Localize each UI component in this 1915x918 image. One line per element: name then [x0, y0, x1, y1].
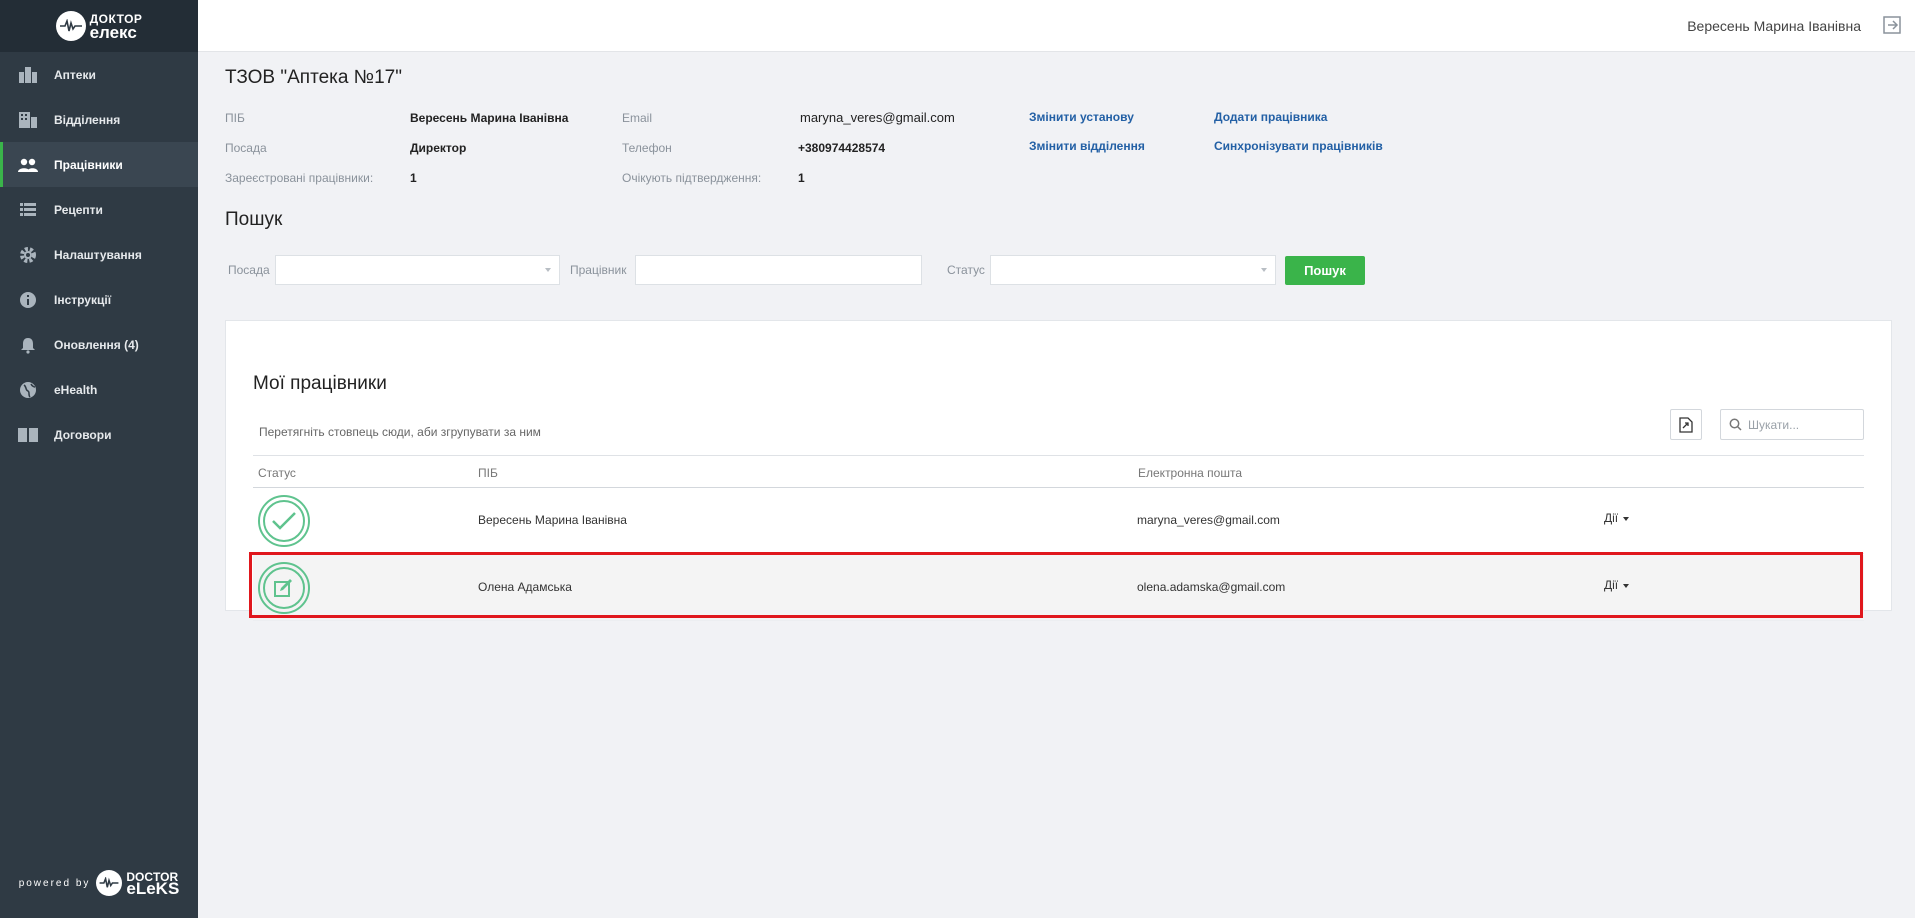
- sidebar-item-label: Договори: [54, 427, 112, 442]
- position-value: Директор: [410, 141, 467, 155]
- sidebar-item-label: Аптеки: [54, 67, 96, 82]
- position-select[interactable]: [275, 255, 560, 285]
- caret-down-icon: [1623, 583, 1630, 588]
- position-filter-label: Посада: [228, 263, 270, 277]
- sidebar-nav: Аптеки Відділення Працівники Рецепти Нал…: [0, 52, 198, 457]
- column-name[interactable]: ПІБ: [478, 466, 498, 480]
- pulse-logo-icon: [55, 11, 86, 41]
- book-icon: [18, 425, 38, 445]
- sidebar-item-contracts[interactable]: Договори: [0, 412, 198, 457]
- sidebar-item-label: eHealth: [54, 382, 98, 397]
- sidebar-item-label: Рецепти: [54, 202, 103, 217]
- employee-filter-label: Працівник: [570, 263, 627, 277]
- sidebar-item-label: Працівники: [54, 157, 123, 172]
- powered-by-text: powered by: [18, 877, 91, 889]
- employee-name: Олена Адамська: [478, 580, 572, 594]
- sidebar-item-label: Відділення: [54, 112, 121, 127]
- list-icon: [18, 200, 38, 220]
- logout-icon[interactable]: [1883, 16, 1903, 36]
- employee-name: Вересень Марина Іванівна: [478, 513, 627, 527]
- pulse-logo-icon: [96, 870, 123, 896]
- sidebar-item-updates[interactable]: Оновлення (4): [0, 322, 198, 367]
- registered-value: 1: [410, 171, 417, 185]
- department-building-icon: [18, 110, 38, 130]
- main-content: ТЗОВ "Аптека №17" ПІБ Вересень Марина Ів…: [198, 52, 1915, 918]
- position-label: Посада: [225, 141, 267, 155]
- grid-search-box[interactable]: [1720, 409, 1864, 440]
- status-filter-label: Статус: [947, 263, 985, 277]
- bell-icon: [18, 335, 38, 355]
- info-icon: [18, 290, 38, 310]
- employee-email: olena.adamska@gmail.com: [1137, 580, 1286, 594]
- actions-dropdown[interactable]: Дії: [1604, 511, 1630, 525]
- search-button[interactable]: Пошук: [1285, 256, 1365, 285]
- status-pending-badge: [258, 562, 310, 614]
- sidebar-item-label: Оновлення (4): [54, 337, 139, 352]
- globe-icon: [18, 380, 38, 400]
- search-icon: [1729, 418, 1742, 431]
- sidebar: ДОКТОР елекс Аптеки Відділення Працівник…: [0, 0, 198, 918]
- add-employee-link[interactable]: Додати працівника: [1214, 110, 1327, 124]
- edit-icon: [274, 579, 292, 597]
- employee-input[interactable]: [635, 255, 922, 285]
- sidebar-item-ehealth[interactable]: eHealth: [0, 367, 198, 412]
- table-row[interactable]: Вересень Марина Іванівна maryna_veres@gm…: [253, 488, 1864, 554]
- sync-employees-link[interactable]: Синхронізувати працівників: [1214, 139, 1383, 153]
- status-select[interactable]: [990, 255, 1276, 285]
- users-icon: [18, 155, 38, 175]
- employees-card: Мої працівники Перетягніть стовпець сюди…: [225, 320, 1892, 621]
- fio-value: Вересень Марина Іванівна: [410, 111, 569, 125]
- sidebar-item-label: Інструкції: [54, 292, 112, 307]
- employees-title: Мої працівники: [253, 373, 387, 394]
- change-institution-link[interactable]: Змінити установу: [1029, 110, 1134, 124]
- chevron-down-icon: [1261, 268, 1267, 272]
- powered-by-footer: powered by DOCTOR eLeKS: [0, 870, 198, 898]
- actions-dropdown[interactable]: Дії: [1604, 578, 1630, 592]
- caret-down-icon: [1623, 516, 1630, 521]
- brand-logo[interactable]: ДОКТОР елекс: [0, 0, 198, 52]
- employee-email: maryna_veres@gmail.com: [1137, 513, 1280, 527]
- check-icon: [272, 512, 296, 530]
- brand-line2: елекс: [89, 23, 137, 42]
- column-status[interactable]: Статус: [258, 466, 296, 480]
- pending-label: Очікують підтвердження:: [622, 171, 762, 185]
- footer-brand-line2: eLeKS: [126, 879, 180, 898]
- actions-label: Дії: [1604, 578, 1619, 592]
- status-confirmed-badge: [258, 495, 310, 547]
- chevron-down-icon: [545, 268, 551, 272]
- group-by-hint[interactable]: Перетягніть стовпець сюди, аби згрупуват…: [259, 425, 541, 439]
- export-button[interactable]: [1670, 409, 1702, 440]
- sidebar-item-departments[interactable]: Відділення: [0, 97, 198, 142]
- gear-icon: [18, 245, 38, 265]
- phone-value: +380974428574: [798, 141, 886, 155]
- export-icon: [1679, 416, 1693, 433]
- change-department-link[interactable]: Змінити відділення: [1029, 139, 1145, 153]
- email-label: Email: [622, 111, 653, 125]
- pharmacy-building-icon: [18, 65, 38, 85]
- page-title: ТЗОВ "Аптека №17": [225, 67, 402, 88]
- sidebar-item-prescriptions[interactable]: Рецепти: [0, 187, 198, 232]
- grid-search-input[interactable]: [1748, 417, 1848, 432]
- current-user-name[interactable]: Вересень Марина Іванівна: [1687, 18, 1861, 34]
- sidebar-item-pharmacies[interactable]: Аптеки: [0, 52, 198, 97]
- grid-header: Статус ПІБ Електронна пошта: [253, 455, 1864, 488]
- sidebar-item-settings[interactable]: Налаштування: [0, 232, 198, 277]
- sidebar-item-employees[interactable]: Працівники: [0, 142, 198, 187]
- table-row[interactable]: Олена Адамська olena.adamska@gmail.com Д…: [253, 555, 1864, 621]
- column-email[interactable]: Електронна пошта: [1138, 466, 1242, 480]
- registered-label: Зареєстровані працівники:: [225, 171, 374, 185]
- email-value: maryna_veres@gmail.com: [800, 110, 955, 125]
- sidebar-item-label: Налаштування: [54, 247, 142, 262]
- actions-label: Дії: [1604, 511, 1619, 525]
- top-bar: Вересень Марина Іванівна: [198, 0, 1915, 52]
- search-title: Пошук: [225, 209, 283, 230]
- fio-label: ПІБ: [225, 111, 245, 125]
- phone-label: Телефон: [622, 141, 672, 155]
- sidebar-item-instructions[interactable]: Інструкції: [0, 277, 198, 322]
- pending-value: 1: [798, 171, 805, 185]
